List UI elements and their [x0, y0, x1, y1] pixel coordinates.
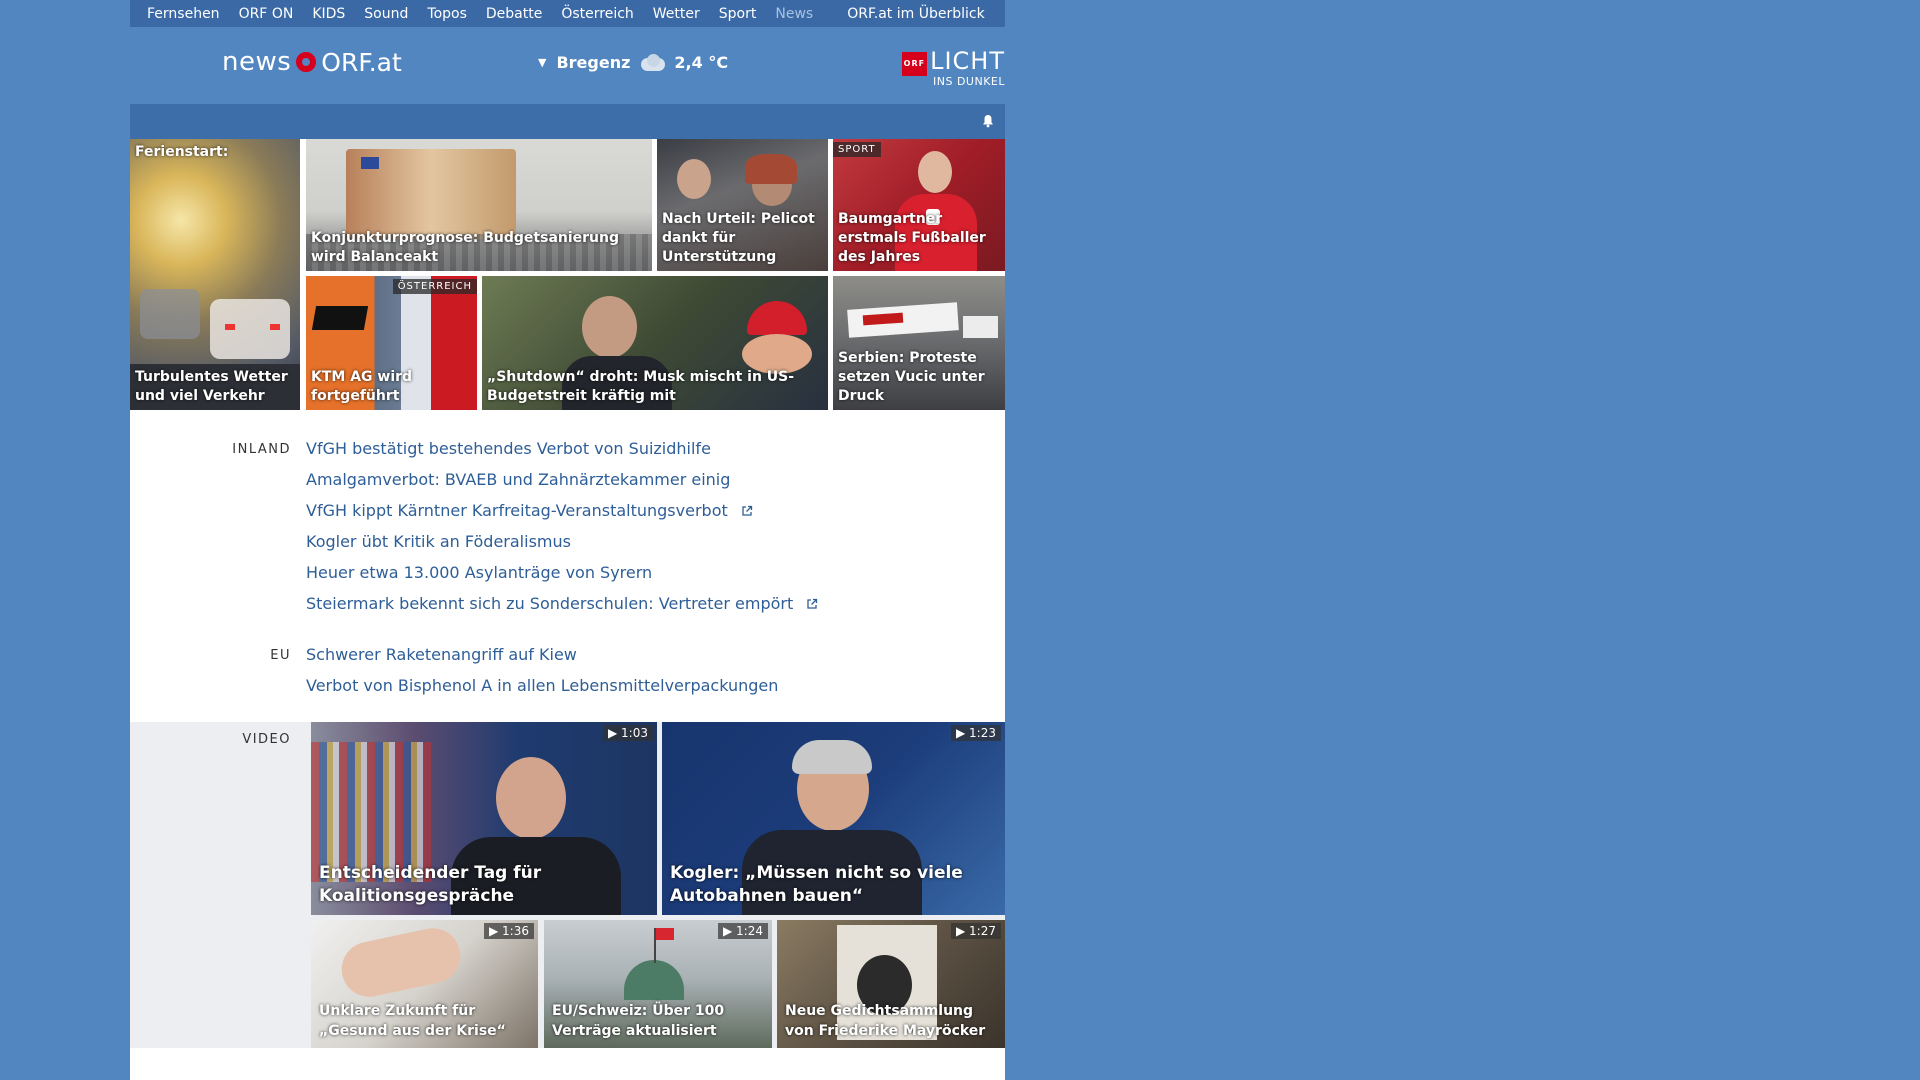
teaser-caption: Baumgartner erstmals Fußballer des Jahre… [838, 211, 986, 265]
nav-orf-overview[interactable]: ORF.at im Überblick [847, 6, 984, 22]
weather-temp: 2,4 °C [674, 53, 729, 72]
video-caption: Kogler: „Müssen nicht so viele Autobahne… [670, 863, 963, 906]
nav-orf-on[interactable]: ORF ON [239, 6, 294, 22]
teaser-pelicot[interactable]: Nach Urteil: Pelicot dankt für Unterstüt… [657, 139, 828, 271]
teaser-caption: Serbien: Proteste setzen Vucic unter Dru… [838, 350, 985, 404]
teaser-serbien[interactable]: Serbien: Proteste setzen Vucic unter Dru… [833, 276, 1005, 410]
teaser-konjunktur[interactable]: Konjunkturprognose: Budgetsanierung wird… [306, 139, 652, 271]
headline-link[interactable]: Verbot von Bisphenol A in allen Lebensmi… [306, 676, 778, 695]
video-caption: Entscheidender Tag für Koalitionsgespräc… [319, 863, 542, 906]
teaser-caption: Konjunkturprognose: Budgetsanierung wird… [311, 230, 620, 265]
teaser-caption: Turbulentes Wetter und viel Verkehr [135, 369, 288, 404]
weather-city: Bregenz [556, 53, 631, 72]
video-caption: EU/Schweiz: Über 100 Verträge aktualisie… [552, 1003, 725, 1039]
teaser-caption: „Shutdown“ droht: Musk mischt in US-Budg… [487, 369, 795, 404]
external-link-icon [807, 598, 818, 609]
logo-orf-text: ORF.at [321, 47, 402, 77]
nav-sound[interactable]: Sound [364, 6, 408, 22]
section-label-eu: EU [270, 648, 291, 663]
video-caption: Neue Gedichtsammlung von Friederike Mayr… [785, 1003, 986, 1039]
headline-link[interactable]: Schwerer Raketenangriff auf Kiew [306, 645, 577, 664]
video-duration: ▶ 1:23 [951, 725, 1001, 741]
licht-ins-dunkel-logo[interactable]: ORF LICHT INS DUNKEL [901, 47, 1005, 88]
video-duration: ▶ 1:27 [951, 923, 1001, 939]
headline-link[interactable]: VfGH bestätigt bestehendes Verbot von Su… [306, 439, 711, 458]
video-duration: ▶ 1:24 [718, 923, 768, 939]
nav-kids[interactable]: KIDS [312, 6, 345, 22]
video-teaser[interactable]: ▶ 1:24 EU/Schweiz: Über 100 Verträge akt… [544, 920, 772, 1048]
video-teaser[interactable]: ▶ 1:36 Unklare Zukunft für „Gesund aus d… [311, 920, 538, 1048]
teaser-ktm[interactable]: ÖSTERREICH KTM AG wird fortgeführt [306, 276, 477, 410]
weather-widget[interactable]: ▼ Bregenz 2,4 °C [538, 53, 728, 72]
teaser-label: Ferienstart: [135, 144, 229, 160]
nav-fernsehen[interactable]: Fernsehen [147, 6, 220, 22]
teaser-shutdown[interactable]: „Shutdown“ droht: Musk mischt in US-Budg… [482, 276, 828, 410]
nav-topos[interactable]: Topos [427, 6, 466, 22]
cloud-icon [637, 53, 667, 72]
chevron-down-icon: ▼ [538, 56, 547, 69]
video-teaser[interactable]: ▶ 1:23 Kogler: „Müssen nicht so viele Au… [662, 722, 1005, 915]
video-teaser[interactable]: ▶ 1:03 Entscheidender Tag für Koalitions… [311, 722, 657, 915]
top-navigation: Fernsehen ORF ON KIDS Sound Topos Debatt… [130, 0, 1005, 27]
licht-subtitle: INS DUNKEL [933, 75, 1005, 88]
video-caption: Unklare Zukunft für „Gesund aus der Kris… [319, 1003, 506, 1039]
orf-badge: ORF [901, 52, 928, 76]
nav-news[interactable]: News [775, 6, 813, 22]
nav-wetter[interactable]: Wetter [653, 6, 700, 22]
nav-debatte[interactable]: Debatte [486, 6, 542, 22]
video-duration: ▶ 1:36 [484, 923, 534, 939]
nav-oesterreich[interactable]: Österreich [561, 6, 633, 22]
headline-text: VfGH kippt Kärntner Karfreitag-Veranstal… [306, 501, 728, 520]
site-header: news ORF.at ▼ Bregenz 2,4 °C ORF LICHT IN… [130, 27, 1005, 104]
section-label-video: VIDEO [242, 732, 291, 747]
logo-news-text: news [222, 47, 292, 77]
headline-text: Steiermark bekennt sich zu Sonderschulen… [306, 594, 794, 613]
nav-sport[interactable]: Sport [719, 6, 757, 22]
video-duration: ▶ 1:03 [603, 725, 653, 741]
teaser-caption: Nach Urteil: Pelicot dankt für Unterstüt… [662, 211, 815, 265]
category-tag: ÖSTERREICH [392, 279, 477, 294]
news-orf-logo[interactable]: news ORF.at [222, 47, 402, 77]
headline-link-external[interactable]: VfGH kippt Kärntner Karfreitag-Veranstal… [306, 501, 753, 520]
main-content: Ferienstart: Turbulentes Wetter und viel… [130, 139, 1005, 1080]
headline-link[interactable]: Kogler übt Kritik an Föderalismus [306, 532, 571, 551]
licht-title: LICHT [930, 47, 1005, 75]
teaser-baumgartner[interactable]: SPORT Baumgartner erstmals Fußballer des… [833, 139, 1005, 271]
orf-eye-icon [296, 52, 317, 72]
teaser-caption: KTM AG wird fortgeführt [311, 369, 413, 404]
external-link-icon [742, 505, 752, 516]
headline-link[interactable]: Amalgamverbot: BVAEB und Zahnärztekammer… [306, 470, 730, 489]
category-tag: SPORT [833, 142, 881, 157]
teaser-ferienstart[interactable]: Ferienstart: Turbulentes Wetter und viel… [130, 139, 300, 410]
headline-link[interactable]: Heuer etwa 13.000 Asylanträge von Syrern [306, 563, 652, 582]
bell-icon[interactable] [981, 114, 995, 128]
video-teaser[interactable]: ▶ 1:27 Neue Gedichtsammlung von Friederi… [777, 920, 1005, 1048]
notification-bar [130, 104, 1005, 139]
section-label-inland: INLAND [232, 442, 291, 457]
headline-link-external[interactable]: Steiermark bekennt sich zu Sonderschulen… [306, 594, 818, 613]
